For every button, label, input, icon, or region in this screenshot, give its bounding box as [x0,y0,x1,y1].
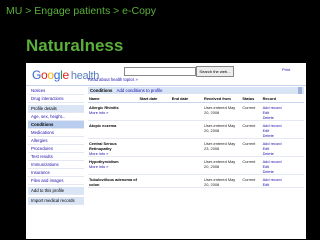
sidebar-nav: Notices Drug interactions Profile details A… [28,87,84,205]
logo-letter: G [32,68,42,82]
record-actions: Add record Edit [262,175,304,188]
status: Current [242,105,256,110]
table-header-row: Name Start date End date Received from Statu… [88,95,304,103]
end-date [171,157,203,175]
condition-name: Central Serous Retinopathy More info » [88,139,138,157]
condition-name-text: Central Serous Retinopathy [89,141,117,151]
search-web-button[interactable]: Search the web... [196,66,234,77]
condition-name: Atopic eczema [88,121,138,139]
column-header[interactable]: Status [241,95,262,103]
sidebar-item-allergies[interactable]: Allergies [28,137,84,145]
status: Current [242,177,256,182]
sidebar-item-procedures[interactable]: Procedures [28,145,84,153]
sidebar-item-insurance[interactable]: Insurance [28,169,84,177]
received-from: User-entered May 20, 2008 [204,105,236,115]
record-actions: Add record Edit Delete [262,139,304,157]
sidebar-item-immunizations[interactable]: Immunizations [28,161,84,169]
print-link[interactable]: Print [282,67,290,72]
more-info-link[interactable]: More info » [89,164,137,169]
table-row: Central Serous Retinopathy More info » Use… [88,139,304,157]
slide-title: Naturalness [26,36,124,55]
start-date [138,121,170,139]
start-date [138,139,170,157]
record-actions: Add record Edit Delete [262,157,304,175]
start-date [138,103,170,121]
end-date [171,103,203,121]
received-from: User-entered May 20, 2008 [204,177,236,187]
google-logo-text: Google [32,68,69,82]
record-actions: Add record Edit Delete [262,103,304,121]
sidebar-item-test-results[interactable]: Test results [28,153,84,161]
sidebar-item-files-and-images[interactable]: Files and images [28,177,84,185]
sidebar-item-import-medical-records[interactable]: Import medical records [28,197,84,205]
logo-letter: e [62,68,70,82]
sidebar-item-profile-details[interactable]: Profile details [28,105,84,113]
column-header[interactable]: Received from [203,95,242,103]
scrollbar[interactable] [298,87,302,94]
column-header[interactable]: End date [170,95,204,103]
conditions-label: Conditions [90,88,113,93]
table-row: Allergic Rhinitis More info » User-entered… [88,103,304,121]
header-divider [26,85,306,86]
condition-name: Allergic Rhinitis More info » [88,103,138,121]
google-health-screenshot: Google health Search the web... Print Rea… [26,63,306,239]
status: Current [242,123,256,128]
received-from: User-entered May 20, 2008 [204,123,236,133]
delete-link[interactable]: Delete [263,115,303,120]
sidebar-item-add-to-this-profile[interactable]: Add to this profile [28,187,84,195]
condition-name: Hypothyroidism More info » [88,157,138,175]
column-header[interactable]: Record [261,95,304,103]
column-header[interactable]: Name [88,95,139,103]
condition-name-text: Tubulovillous adenoma of colon [89,177,137,187]
more-info-link[interactable]: More info » [89,110,137,115]
edit-link[interactable]: Edit [263,182,303,187]
status: Current [242,141,256,146]
table-row: Tubulovillous adenoma of colon User-enter… [88,175,304,188]
end-date [171,121,203,139]
add-conditions-link[interactable]: Add conditions to profile [117,88,163,93]
more-info-link[interactable]: More info » [89,151,137,156]
table-row: Hypothyroidism More info » User-entered Ma… [88,157,304,175]
condition-name-text: Atopic eczema [89,123,117,128]
sidebar-item-drug-interactions[interactable]: Drug interactions [28,95,84,103]
condition-name: Tubulovillous adenoma of colon [88,175,138,188]
start-date [138,175,170,188]
about-health-topics-link[interactable]: Read about health topics » [88,77,138,82]
table-row: Atopic eczema User-entered May 20, 2008 Cu… [88,121,304,139]
sidebar-item-conditions[interactable]: Conditions [28,121,84,129]
slide-breadcrumb: MU > Engage patients > e-Copy [6,5,157,17]
delete-link[interactable]: Delete [263,169,303,174]
record-actions: Add record Edit Delete [262,121,304,139]
received-from: User-entered May 23, 2008 [204,141,236,151]
end-date [171,175,203,188]
column-header[interactable]: Start date [138,95,171,103]
end-date [171,139,203,157]
sidebar-item-notices[interactable]: Notices [28,87,84,95]
conditions-panel: Conditions Add conditions to profile Nam… [88,87,304,188]
sidebar-item-age-sex-height[interactable]: Age, sex, height... [28,113,84,121]
delete-link[interactable]: Delete [263,151,303,156]
conditions-table: Name Start date End date Received from Statu… [88,95,304,188]
start-date [138,157,170,175]
sidebar-item-medications[interactable]: Medications [28,129,84,137]
received-from: User-entered May 20, 2008 [204,159,236,169]
search-input[interactable] [124,67,196,76]
delete-link[interactable]: Delete [263,133,303,138]
status: Current [242,159,256,164]
conditions-header-bar: Conditions Add conditions to profile [88,87,304,94]
